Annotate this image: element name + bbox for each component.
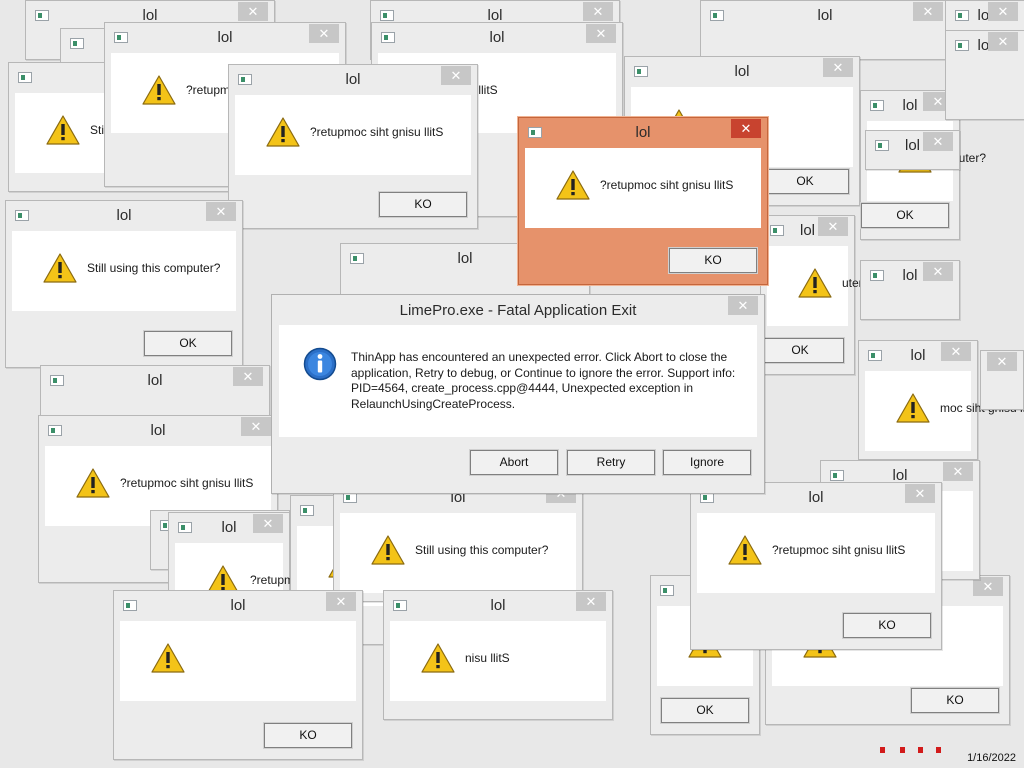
ignore-button[interactable]: Ignore [662, 449, 752, 476]
retry-button[interactable]: Retry [566, 449, 656, 476]
ok-button[interactable]: OK [755, 337, 845, 364]
dialog-message: Still using this computer? [87, 261, 221, 275]
message-area: Still using this computer? [12, 231, 236, 311]
dialog-message: ?retupmoc siht gnisu llitS [310, 125, 444, 139]
warning-icon [142, 75, 176, 105]
popup-dialog: lol✕moc siht gnisu llitS [858, 340, 1024, 460]
popup-dialog: lol ✕ ?retupmoc siht gnisu llitS KO [690, 482, 942, 650]
message-area: ThinApp has encountered an unexpected er… [279, 325, 757, 437]
close-button[interactable]: ✕ [326, 592, 356, 611]
ko-button[interactable]: KO [842, 612, 932, 639]
close-button[interactable]: ✕ [905, 484, 935, 503]
close-button[interactable]: ✕ [823, 58, 853, 77]
ok-button[interactable]: OK [760, 168, 850, 195]
close-button[interactable]: ✕ [583, 2, 613, 21]
tray-icon[interactable] [880, 747, 885, 753]
ok-button[interactable]: OK [860, 202, 950, 229]
warning-icon [76, 468, 110, 498]
dialog-title: lol [345, 71, 361, 88]
close-button[interactable]: ✕ [238, 2, 268, 21]
popup-dialog: lol ✕ KO [113, 590, 363, 760]
system-tray [870, 742, 960, 756]
popup-dialog: lol✕ [860, 260, 960, 320]
popup-dialog: lol ✕ nisu llitS [383, 590, 613, 720]
ko-button[interactable]: KO [910, 687, 1000, 714]
dialog-message: Still using this computer? [415, 543, 549, 557]
popup-dialog: lol✕ [865, 130, 960, 170]
message-area: ?retupmoc siht gnisu llitS [525, 148, 761, 228]
close-button[interactable]: ✕ [441, 66, 471, 85]
popup-dialog: lol ✕ Still using this computer? OK [5, 200, 243, 368]
dialog-title: lol [489, 29, 505, 46]
close-button[interactable]: ✕ [731, 119, 761, 138]
message-area [120, 621, 356, 701]
ok-button[interactable]: OK [660, 697, 750, 724]
close-button[interactable]: ✕ [913, 2, 943, 21]
ok-button[interactable]: OK [143, 330, 233, 357]
warning-icon [151, 643, 185, 673]
tray-icon[interactable] [918, 747, 923, 753]
message-area: nisu llitS [390, 621, 606, 701]
close-button[interactable]: ✕ [923, 132, 953, 151]
warning-icon [266, 117, 300, 147]
dialog-title: lol [817, 7, 833, 24]
ko-button[interactable]: KO [263, 722, 353, 749]
dialog-message: nisu llitS [465, 651, 510, 665]
ko-button[interactable]: KO [378, 191, 468, 218]
close-button[interactable]: ✕ [987, 352, 1017, 371]
message-area: ?retupmoc siht gnisu llitS [235, 95, 471, 175]
info-icon [303, 347, 337, 381]
ko-button[interactable]: KO [668, 247, 758, 274]
popup-dialog: lol ✕ [700, 0, 950, 60]
close-button[interactable]: ✕ [586, 24, 616, 43]
close-button[interactable]: ✕ [988, 32, 1018, 51]
fatal-dialog-message: ThinApp has encountered an unexpected er… [351, 350, 736, 411]
popup-dialog: lol ✕ uter? OK [755, 215, 869, 375]
close-button[interactable]: ✕ [576, 592, 606, 611]
tray-icon[interactable] [900, 747, 905, 753]
popup-dialog: lol✕ [945, 30, 1024, 120]
popup-dialog: lol ✕ ?retupmoc siht gnisu llitS KO [228, 64, 478, 229]
warning-icon [43, 253, 77, 283]
close-button[interactable]: ✕ [253, 514, 283, 533]
tray-icon[interactable] [936, 747, 941, 753]
warning-icon [371, 535, 405, 565]
fatal-error-dialog: LimePro.exe - Fatal Application Exit ✕ T… [271, 294, 765, 494]
message-area: ?retupmoc siht gnisu llitS [697, 513, 935, 593]
popup-dialog: lol✕ [980, 350, 1024, 410]
close-button[interactable]: ✕ [988, 2, 1018, 21]
abort-button[interactable]: Abort [469, 449, 559, 476]
fatal-dialog-title: LimePro.exe - Fatal Application Exit [399, 302, 637, 319]
close-button[interactable]: ✕ [941, 342, 971, 361]
close-button[interactable]: ✕ [923, 262, 953, 281]
warning-icon [556, 170, 590, 200]
warning-icon [46, 115, 80, 145]
close-button[interactable]: ✕ [309, 24, 339, 43]
dialog-title: lol [635, 124, 651, 141]
dialog-message: ?retupmoc siht gnisu llitS [600, 178, 734, 192]
dialog-message: ?retupmoc siht gnisu llitS [120, 476, 254, 490]
taskbar-clock: 1/16/2022 [967, 752, 1016, 764]
message-area: Still using this computer? [340, 513, 576, 593]
message-area: uter? [767, 246, 869, 326]
close-button[interactable]: ✕ [206, 202, 236, 221]
close-button[interactable]: ✕ [233, 367, 263, 386]
warning-icon [728, 535, 762, 565]
dialog-title: lol [230, 597, 246, 614]
warning-icon [421, 643, 455, 673]
close-button[interactable]: ✕ [818, 217, 848, 236]
popup-dialog: lol✕Still using this computer? [333, 482, 583, 602]
close-button[interactable]: ✕ [241, 417, 271, 436]
warning-icon [896, 393, 930, 423]
message-area: moc siht gnisu llitS [865, 371, 1024, 451]
warning-icon [798, 268, 832, 298]
close-button[interactable]: ✕ [728, 296, 758, 315]
close-button[interactable]: ✕ [943, 462, 973, 481]
dialog-message: ?retupmoc siht gnisu llitS [772, 543, 906, 557]
active-dialog: lol ✕ ?retupmoc siht gnisu llitS KO [518, 117, 768, 285]
